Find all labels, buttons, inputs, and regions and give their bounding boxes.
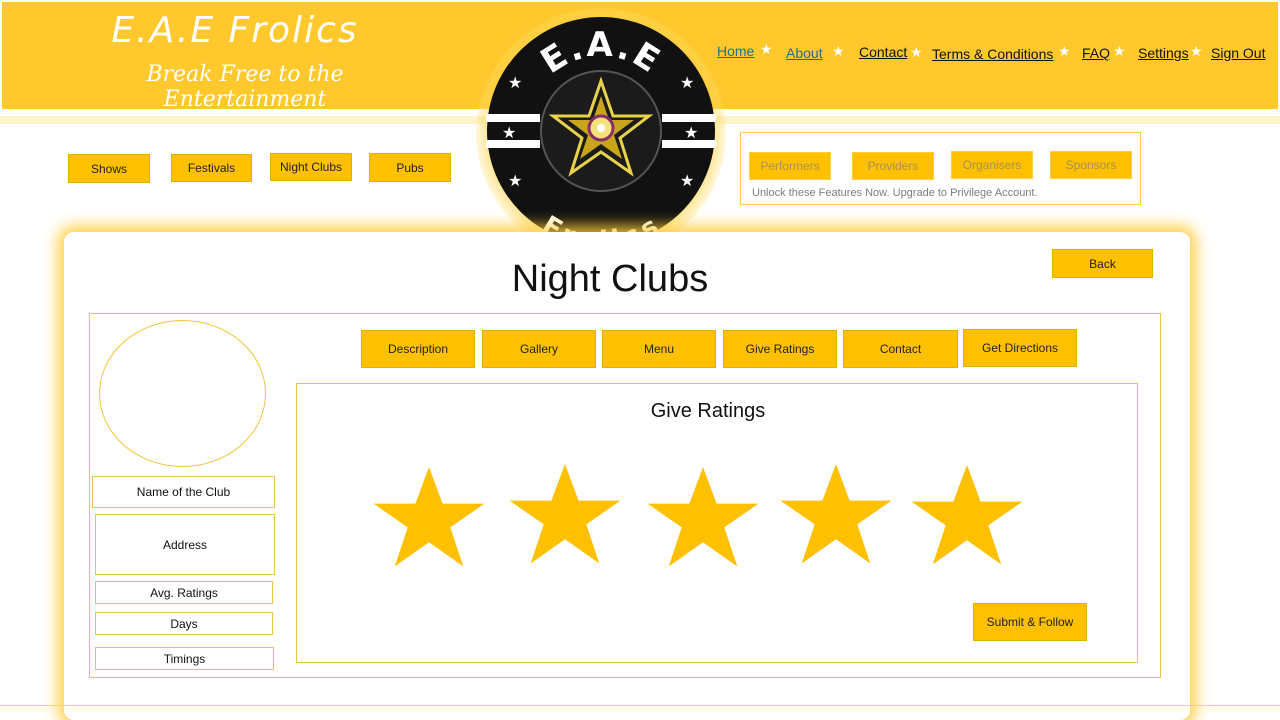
- nav-separator-star-icon: ★: [760, 42, 773, 58]
- logo-band: [662, 114, 716, 122]
- club-address-field: Address: [95, 514, 275, 575]
- premium-providers-button[interactable]: Providers: [852, 152, 934, 180]
- logo-star-icon: ★: [680, 73, 694, 92]
- logo-star-icon: ★: [508, 171, 522, 190]
- nav-separator-star-icon: ★: [1113, 44, 1126, 60]
- brand-tagline: Break Free to the Entertainment: [146, 62, 344, 112]
- logo-star-icon: ★: [684, 123, 698, 142]
- premium-sponsors-button[interactable]: Sponsors: [1050, 151, 1132, 179]
- premium-performers-button[interactable]: Performers: [749, 152, 831, 180]
- nav-terms[interactable]: Terms & Conditions: [932, 46, 1053, 62]
- avg-ratings-field: Avg. Ratings: [95, 581, 273, 604]
- logo-star-icon: ★: [502, 123, 516, 142]
- category-night-clubs-button[interactable]: Night Clubs: [270, 153, 352, 181]
- tab-give-ratings[interactable]: Give Ratings: [723, 330, 837, 368]
- premium-organisers-button[interactable]: Organisers: [951, 151, 1033, 179]
- tab-description[interactable]: Description: [361, 330, 475, 368]
- rating-star-3-icon[interactable]: [645, 465, 761, 569]
- page-title: Night Clubs: [511, 258, 709, 300]
- tab-contact[interactable]: Contact: [843, 330, 958, 368]
- tab-gallery[interactable]: Gallery: [482, 330, 596, 368]
- club-photo-placeholder: [99, 320, 266, 467]
- logo-emblem-icon: [540, 70, 662, 192]
- nav-home[interactable]: Home: [717, 43, 754, 59]
- days-field: Days: [95, 612, 273, 635]
- rating-star-1-icon[interactable]: [371, 465, 487, 569]
- category-festivals-button[interactable]: Festivals: [171, 154, 252, 182]
- logo-star-icon: ★: [680, 171, 694, 190]
- nav-separator-star-icon: ★: [1058, 44, 1071, 60]
- nav-sign-out[interactable]: Sign Out: [1211, 45, 1265, 61]
- rating-star-5-icon[interactable]: [909, 463, 1025, 567]
- back-button[interactable]: Back: [1052, 249, 1153, 278]
- brand-title: E.A.E Frolics: [111, 10, 359, 51]
- submit-follow-button[interactable]: Submit & Follow: [973, 603, 1087, 641]
- timings-field: Timings: [95, 647, 274, 670]
- rating-star-2-icon[interactable]: [507, 462, 623, 566]
- nav-separator-star-icon: ★: [910, 45, 923, 61]
- category-shows-button[interactable]: Shows: [68, 154, 150, 183]
- category-pubs-button[interactable]: Pubs: [369, 153, 451, 182]
- page: E.A.E Frolics Break Free to the Entertai…: [0, 0, 1280, 720]
- club-name-field: Name of the Club: [92, 476, 275, 508]
- nav-separator-star-icon: ★: [1190, 44, 1203, 60]
- nav-about[interactable]: About: [786, 45, 823, 61]
- upgrade-note: Unlock these Features Now. Upgrade to Pr…: [752, 187, 1038, 199]
- tab-get-directions[interactable]: Get Directions: [963, 329, 1077, 367]
- tab-menu[interactable]: Menu: [602, 330, 716, 368]
- nav-separator-star-icon: ★: [832, 44, 845, 60]
- footer-divider: [0, 705, 1280, 706]
- ratings-title: Give Ratings: [650, 400, 766, 422]
- logo-band: [486, 114, 540, 122]
- nav-contact[interactable]: Contact: [859, 44, 907, 60]
- logo-star-icon: ★: [508, 73, 522, 92]
- nav-faq[interactable]: FAQ: [1082, 45, 1110, 61]
- brand-logo[interactable]: ★ ★ ★ ★ ★ ★ E.A.E Frolics: [486, 16, 716, 246]
- nav-settings[interactable]: Settings: [1138, 45, 1189, 61]
- rating-star-4-icon[interactable]: [778, 462, 894, 566]
